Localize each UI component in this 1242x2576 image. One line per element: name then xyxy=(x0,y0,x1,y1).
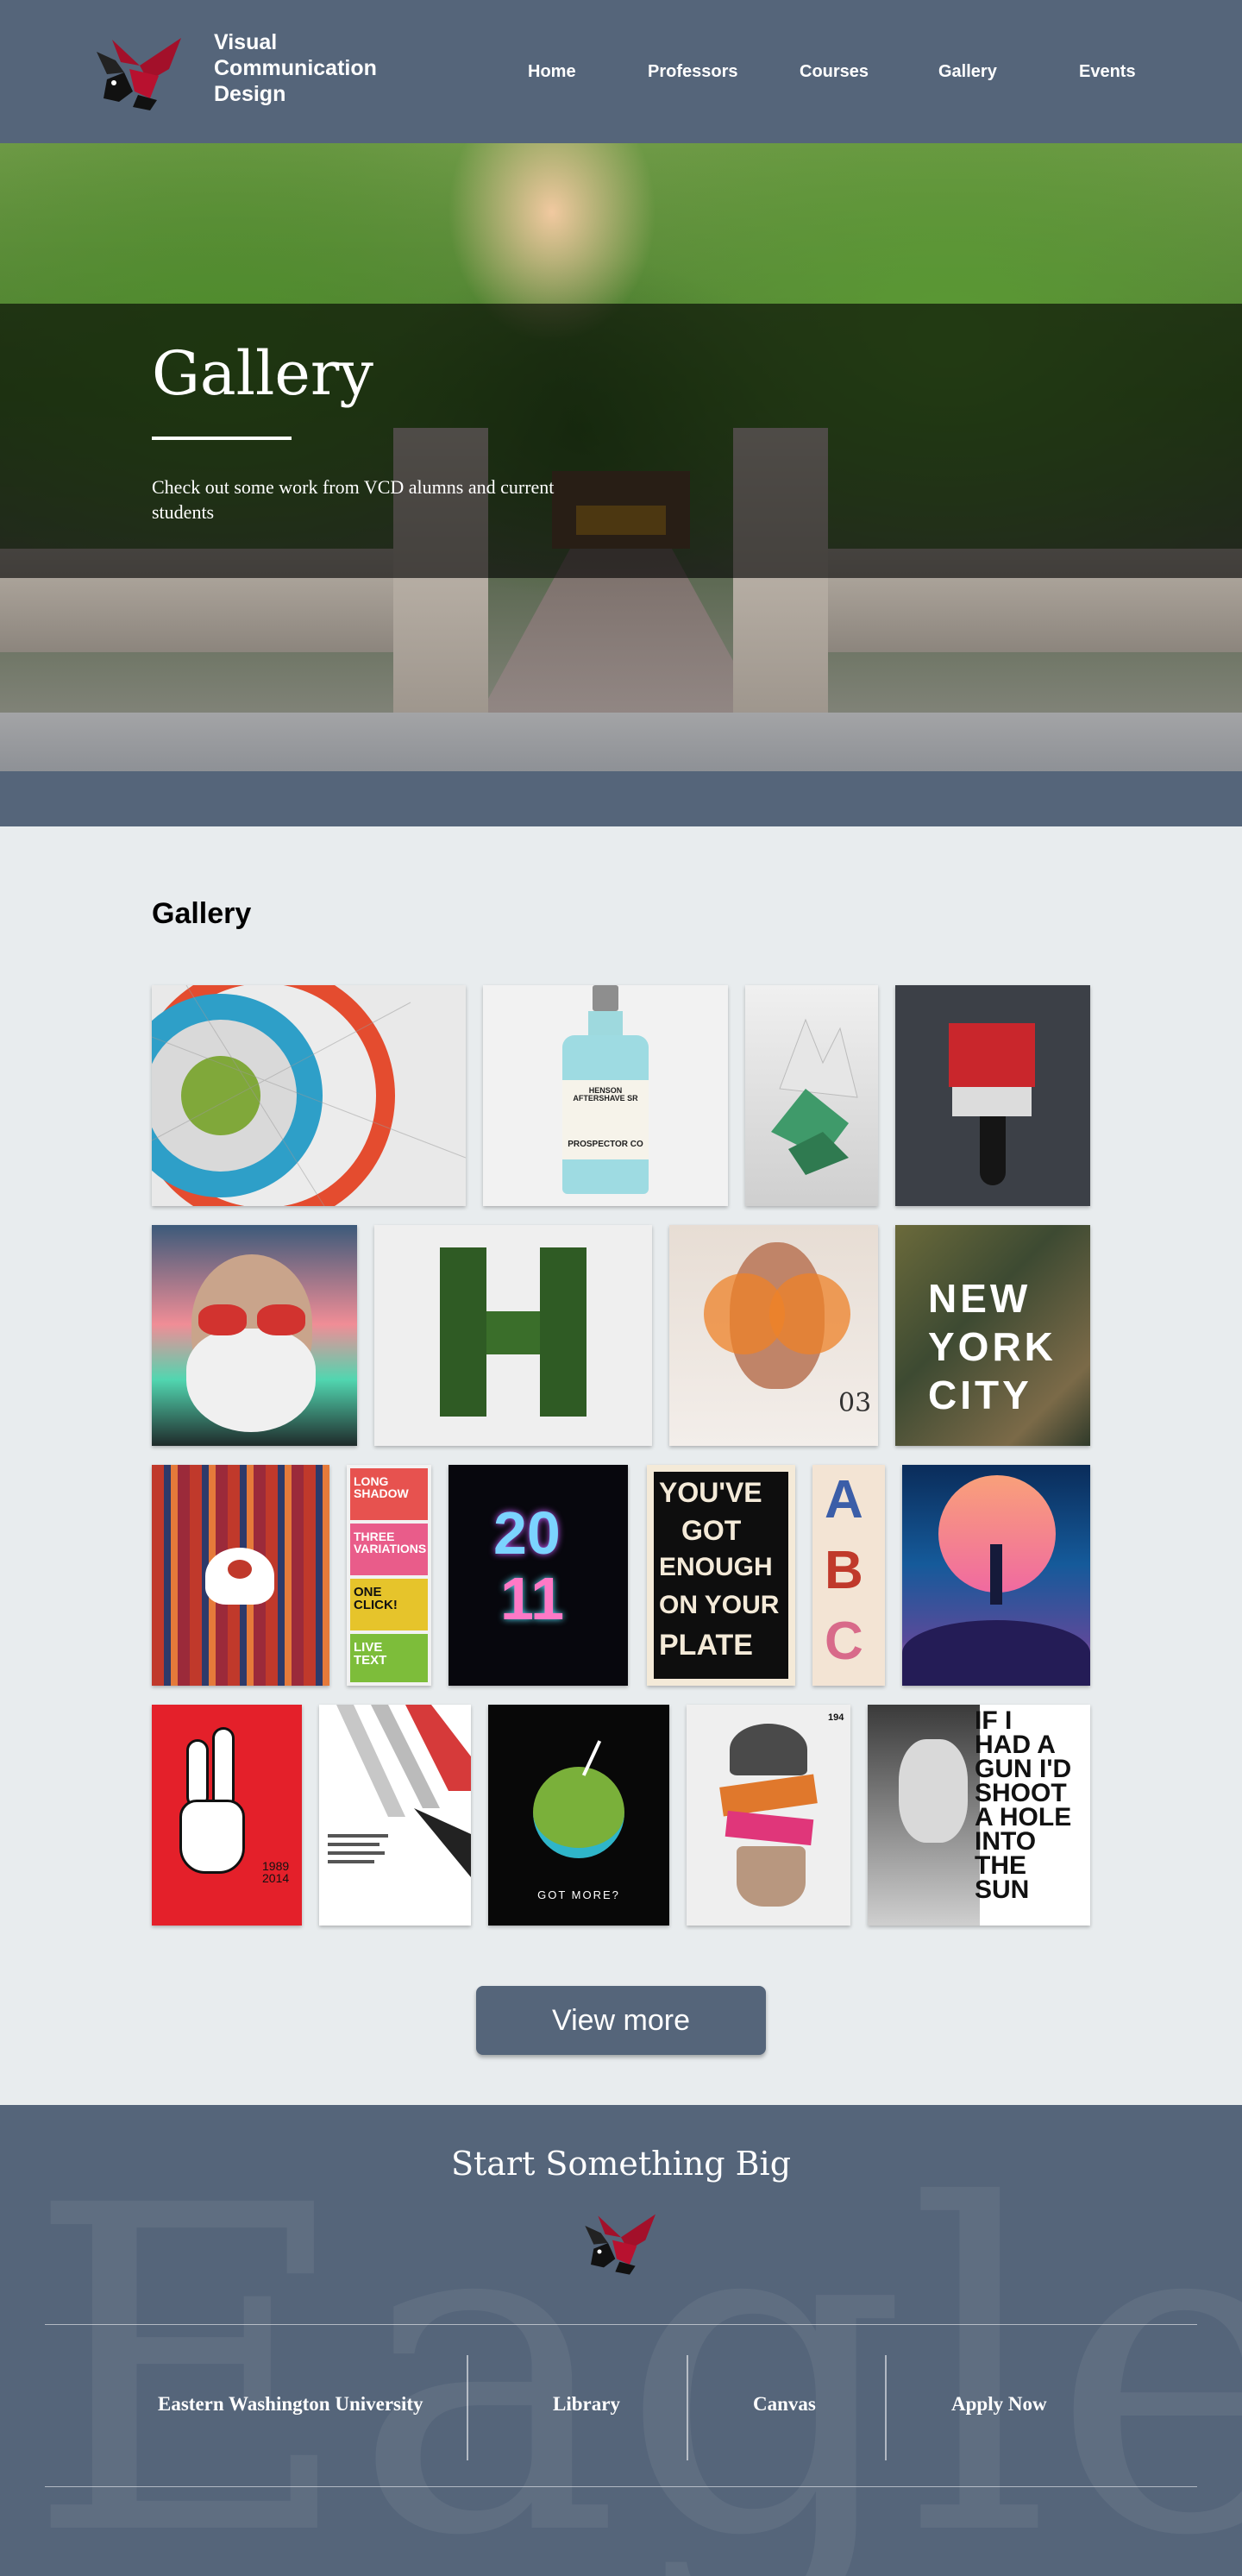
style-three-variations: THREE VARIATIONS xyxy=(354,1530,427,1555)
footer-separator xyxy=(885,2355,887,2460)
hero-title: Gallery xyxy=(152,338,373,409)
gallery-image-hand-gesture[interactable]: 1989 2014 xyxy=(152,1705,302,1926)
style-live-text: LIVE TEXT xyxy=(354,1640,387,1668)
gallery-image-map-target[interactable] xyxy=(152,985,466,1206)
plate-text-line: ON YOUR xyxy=(659,1591,780,1619)
footer-link-canvas[interactable]: Canvas xyxy=(753,2393,816,2416)
gallery-image-mountain[interactable] xyxy=(745,985,878,1206)
footer-divider-bottom xyxy=(45,2486,1197,2487)
footer-link-apply[interactable]: Apply Now xyxy=(951,2393,1047,2416)
years-label: 1989 2014 xyxy=(262,1859,290,1885)
footer-link-ewu[interactable]: Eastern Washington University xyxy=(158,2393,423,2416)
hero-background-street xyxy=(0,713,1242,771)
gallery-image-plate-typography[interactable]: YOU'VE GOT ENOUGH ON YOUR PLATE xyxy=(647,1465,795,1686)
site-header: Visual Communication Design Home Profess… xyxy=(0,0,1242,143)
site-footer: Eagles Start Something Big Eastern Washi… xyxy=(0,2105,1242,2576)
gallery-heading: Gallery xyxy=(152,897,252,930)
footer-separator xyxy=(467,2355,468,2460)
gallery-image-leaf-letter-h[interactable] xyxy=(374,1225,652,1446)
nav-courses-link[interactable]: Courses xyxy=(800,62,869,82)
hero-divider xyxy=(152,437,292,440)
nyc-word-york: YORK xyxy=(928,1324,1057,1369)
style-one-click: ONE CLICK! xyxy=(354,1585,398,1612)
bottle-label-brand: PROSPECTOR CO xyxy=(568,1140,643,1149)
plate-text-line: GOT xyxy=(681,1515,742,1546)
song-line: SUN xyxy=(975,1875,1030,1904)
letter-b: B xyxy=(825,1541,863,1600)
style-long-shadow: LONG SHADOW xyxy=(354,1474,409,1500)
letter-a: A xyxy=(825,1470,863,1530)
gallery-image-text-styles[interactable]: LONG SHADOW THREE VARIATIONS ONE CLICK! … xyxy=(347,1465,431,1686)
footer-link-library[interactable]: Library xyxy=(553,2393,620,2416)
nav-events-link[interactable]: Events xyxy=(1079,62,1136,82)
eagle-logo-icon[interactable] xyxy=(583,2208,659,2278)
gallery-image-aftershave-bottle[interactable]: HENSON AFTERSHAVE SR PROSPECTOR CO xyxy=(483,985,728,1206)
letter-c: C xyxy=(825,1612,863,1671)
gallery-image-bearded-man[interactable] xyxy=(152,1225,357,1446)
footer-title: Start Something Big xyxy=(450,2145,792,2183)
neon-year-top: 20 xyxy=(493,1499,561,1567)
mountain-graphic xyxy=(771,1018,858,1175)
stripes-graphic xyxy=(328,1705,471,1877)
gallery-image-neon-2011[interactable]: 20 11 xyxy=(448,1465,628,1686)
nav-home-link[interactable]: Home xyxy=(528,62,576,82)
nav-gallery-link[interactable]: Gallery xyxy=(938,62,997,82)
nyc-word-city: CITY xyxy=(928,1373,1032,1417)
view-more-button[interactable]: View more xyxy=(476,1986,766,2055)
plate-text-line: ENOUGH xyxy=(659,1553,773,1581)
main-nav: Home Professors Courses Gallery Events xyxy=(0,62,1242,88)
footer-divider-top xyxy=(45,2324,1197,2325)
hero-subtitle: Check out some work from VCD alumns and … xyxy=(152,476,555,523)
plate-text-line: YOU'VE xyxy=(659,1477,762,1508)
gallery-image-sunset-landscape[interactable] xyxy=(902,1465,1090,1686)
nav-professors-link[interactable]: Professors xyxy=(648,62,738,82)
gallery-image-new-york-city[interactable]: NEW YORK CITY xyxy=(895,1225,1090,1446)
footer-separator xyxy=(687,2355,688,2460)
gallery-image-woman-portrait[interactable]: 03 xyxy=(669,1225,878,1446)
gallery-image-paintbrush[interactable] xyxy=(895,985,1090,1206)
gallery-image-song-poster[interactable]: IF I HAD A GUN I'D SHOOT A HOLE INTO THE… xyxy=(868,1705,1090,1926)
portrait-number: 03 xyxy=(838,1388,872,1418)
plate-text-line: PLATE xyxy=(659,1629,753,1662)
magazine-number: 194 xyxy=(828,1712,844,1723)
bottle-label-title: HENSON AFTERSHAVE SR xyxy=(573,1086,638,1103)
gallery-image-astronaut-rain[interactable] xyxy=(152,1465,329,1686)
neon-year-bottom: 11 xyxy=(500,1565,564,1632)
gallery-image-sliced-head[interactable]: 194 xyxy=(687,1705,850,1926)
hero-bottom-strip xyxy=(0,771,1242,826)
site-name-line: Visual xyxy=(214,30,278,54)
gallery-image-abc-letters[interactable]: A B C xyxy=(812,1465,885,1686)
gallery-image-got-more[interactable]: GOT MORE? xyxy=(488,1705,669,1926)
got-more-caption: GOT MORE? xyxy=(537,1888,620,1901)
gallery-image-stripes-poster[interactable] xyxy=(319,1705,471,1926)
map-target-graphic xyxy=(152,985,466,1206)
nyc-word-new: NEW xyxy=(928,1276,1032,1321)
